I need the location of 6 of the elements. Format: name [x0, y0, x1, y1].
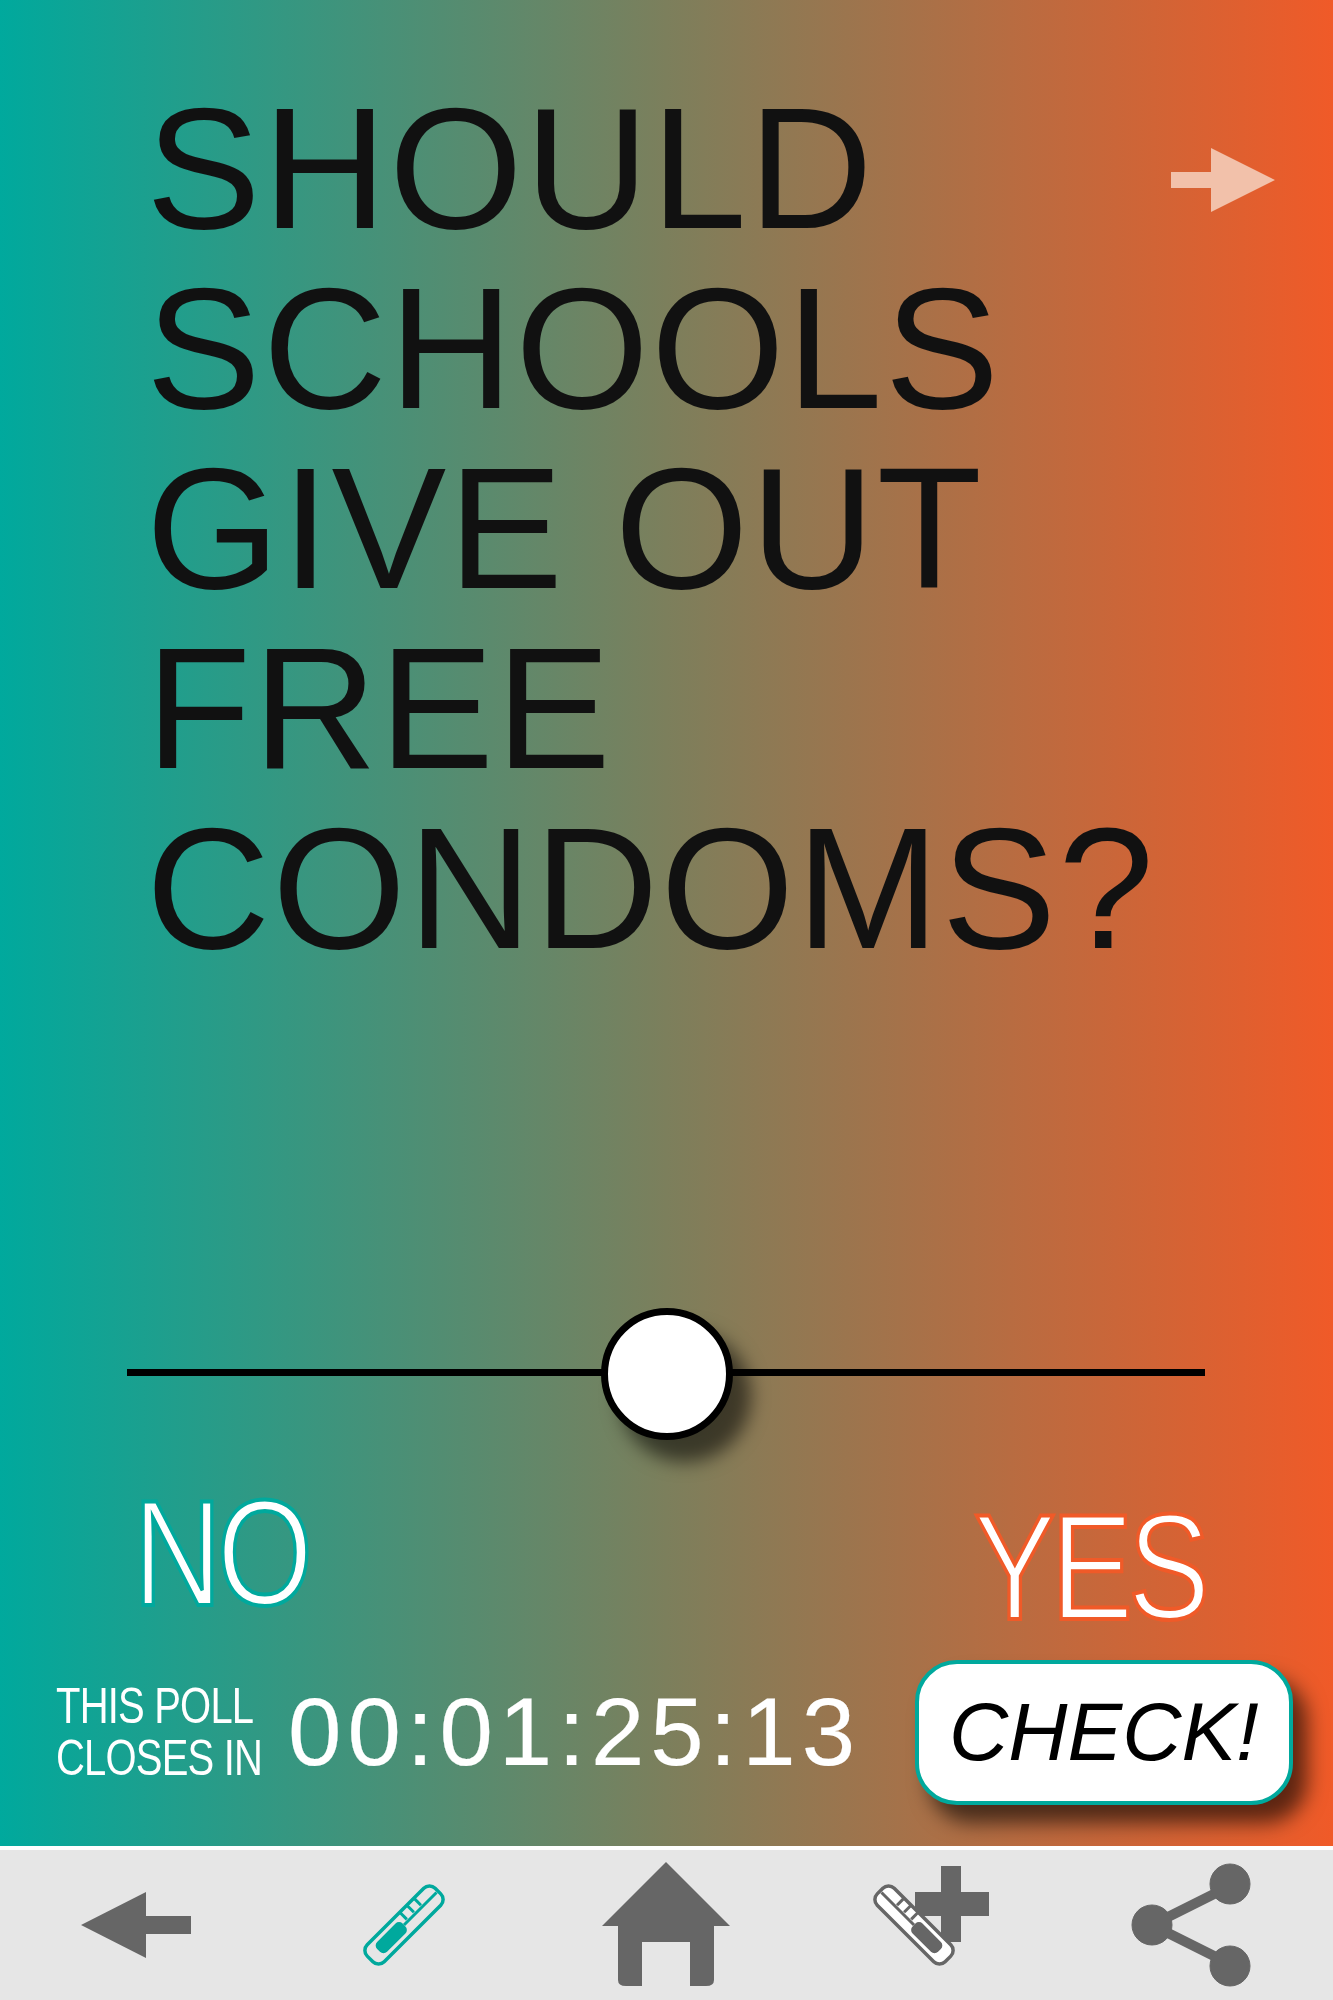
next-arrow-icon[interactable]: [1171, 148, 1275, 212]
yes-label: YES: [973, 1502, 1205, 1632]
countdown-timer: 00:01:25:13: [288, 1677, 862, 1787]
check-button[interactable]: CHECK!: [915, 1659, 1293, 1805]
poll-closes-label: THIS POLL CLOSES IN: [56, 1680, 264, 1784]
no-label: NO: [133, 1488, 308, 1618]
